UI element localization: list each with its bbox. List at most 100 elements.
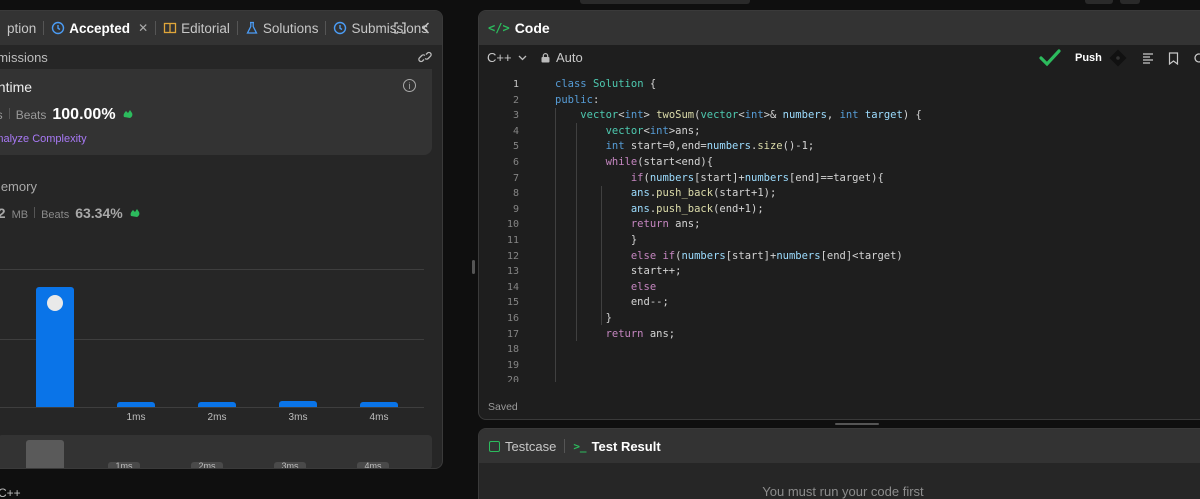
memory-title: Memory bbox=[0, 179, 37, 194]
chart-bar[interactable] bbox=[198, 402, 236, 407]
vertical-resize-handle[interactable] bbox=[835, 423, 879, 425]
language-selector[interactable]: C++ bbox=[487, 50, 527, 65]
info-icon[interactable]: i bbox=[403, 79, 416, 92]
code-line: vector<int> twoSum(vector<int>& numbers,… bbox=[580, 109, 922, 122]
chevron-down-icon bbox=[518, 55, 527, 60]
check-icon bbox=[1039, 49, 1061, 67]
line-number: 16 bbox=[506, 312, 519, 324]
reset-icon[interactable] bbox=[1193, 52, 1200, 64]
auto-label: Auto bbox=[556, 50, 583, 65]
chart-range-selector[interactable]: 1ms 2ms 3ms 4ms bbox=[0, 435, 432, 468]
lock-icon bbox=[541, 52, 550, 62]
tab-description-label: ption bbox=[7, 20, 37, 36]
line-number: 12 bbox=[506, 250, 519, 262]
tab-editorial[interactable]: Editorial bbox=[156, 11, 237, 45]
align-left-icon[interactable] bbox=[1142, 52, 1154, 64]
history-icon bbox=[52, 21, 65, 35]
code-line: return ans; bbox=[630, 218, 701, 231]
avatar bbox=[47, 295, 63, 311]
line-number: 18 bbox=[506, 344, 519, 356]
line-number: 20 bbox=[506, 375, 519, 382]
line-number: 9 bbox=[512, 203, 519, 215]
line-number: 4 bbox=[512, 125, 519, 137]
runtime-title: untime bbox=[0, 79, 33, 95]
x-tick-label: 2ms bbox=[207, 412, 227, 423]
tab-solutions[interactable]: Solutions bbox=[238, 11, 326, 45]
memory-value: 42 bbox=[0, 205, 6, 221]
line-number: 10 bbox=[506, 219, 519, 231]
close-icon[interactable]: ✕ bbox=[138, 21, 148, 35]
tab-test-result-label: Test Result bbox=[591, 438, 661, 454]
tab-testcase[interactable]: Testcase bbox=[489, 439, 556, 454]
chevron-left-icon[interactable] bbox=[422, 22, 430, 34]
auto-mode[interactable]: Auto bbox=[541, 50, 583, 65]
minimap-tick-label: 1ms bbox=[108, 462, 140, 468]
history-icon bbox=[334, 21, 347, 35]
line-number: 15 bbox=[506, 297, 519, 309]
line-number: 13 bbox=[506, 266, 519, 278]
line-number: 2 bbox=[512, 94, 519, 106]
tab-description[interactable]: ption bbox=[0, 11, 43, 45]
divider bbox=[34, 207, 36, 218]
push-button[interactable]: Push bbox=[1075, 52, 1102, 64]
code-editor[interactable]: 1 2 3 4 5 6 7 8 9 10 11 12 13 14 15 16 17 18 19 20 class So… bbox=[479, 77, 1200, 382]
x-tick-label: 1ms bbox=[126, 412, 146, 423]
line-number-gutter: 1 2 3 4 5 6 7 8 9 10 11 12 13 14 15 16 17 18 19 20 bbox=[479, 77, 519, 382]
language-value: C++ bbox=[487, 50, 512, 65]
code-line: } bbox=[555, 311, 612, 324]
line-number: 8 bbox=[512, 188, 519, 200]
code-panel-header: </> Code bbox=[479, 11, 1200, 45]
test-panel: Testcase >_ Test Result You must run you… bbox=[478, 428, 1200, 499]
chart-bar[interactable] bbox=[360, 402, 398, 407]
chart-bar[interactable] bbox=[36, 287, 74, 407]
code-line: ans.push_back(end+1); bbox=[630, 202, 764, 215]
code-line: int start=0,end=numbers.size()-1; bbox=[605, 140, 815, 153]
x-axis-line bbox=[0, 407, 424, 408]
editor-toolbar: C++ Auto Push bbox=[479, 45, 1200, 71]
clap-icon bbox=[130, 209, 140, 217]
checkbox-icon bbox=[489, 440, 500, 452]
submission-stats: untime i ns Beats 100.00% Analyze Comple… bbox=[0, 69, 442, 468]
maximize-icon[interactable] bbox=[394, 22, 406, 34]
memory-beats-value: 63.34% bbox=[75, 205, 123, 221]
chart-bar[interactable] bbox=[279, 401, 317, 407]
tab-tools bbox=[394, 11, 442, 45]
panel-resize-handle[interactable] bbox=[472, 260, 475, 274]
code-line: start++; bbox=[555, 265, 682, 278]
link-icon[interactable] bbox=[418, 51, 432, 63]
x-tick-label: 3ms bbox=[288, 412, 308, 423]
top-strip bbox=[480, 0, 1200, 5]
left-tab-bar: ption Accepted ✕ Editorial Solutions Sub bbox=[0, 11, 442, 45]
bookmark-icon[interactable] bbox=[1168, 51, 1179, 65]
test-tab-bar: Testcase >_ Test Result bbox=[479, 429, 1200, 463]
code-line: vector<int>ans; bbox=[605, 124, 701, 137]
minimap-tick-label: 3ms bbox=[274, 462, 306, 468]
runtime-distribution-chart: 1ms 2ms 3ms 4ms bbox=[0, 249, 432, 429]
code-line: else if(numbers[start]+numbers[end]<targ… bbox=[630, 249, 903, 262]
code-line: ans.push_back(start+1); bbox=[630, 187, 777, 200]
code-line: public: bbox=[555, 93, 600, 106]
tab-test-result[interactable]: >_ Test Result bbox=[573, 439, 660, 454]
memory-beats-label: Beats bbox=[41, 209, 70, 221]
x-tick-label: 4ms bbox=[369, 412, 389, 423]
runtime-unit: ns bbox=[0, 108, 3, 122]
code-editor-panel: </> Code C++ Auto Push 123456 7 8 9 10 1… bbox=[478, 10, 1200, 420]
line-number: 19 bbox=[506, 359, 519, 371]
line-number: 14 bbox=[506, 281, 519, 293]
tab-divider bbox=[564, 439, 566, 453]
code-line: } bbox=[555, 233, 638, 246]
submission-language: C++ bbox=[0, 486, 21, 499]
analyze-complexity-link[interactable]: Analyze Complexity bbox=[0, 133, 87, 145]
code-line: end--; bbox=[555, 296, 669, 309]
code-line: class Solution { bbox=[555, 78, 657, 90]
tab-accepted[interactable]: Accepted ✕ bbox=[44, 11, 155, 45]
submission-detail-panel: ption Accepted ✕ Editorial Solutions Sub bbox=[0, 10, 443, 469]
git-icon[interactable] bbox=[1108, 48, 1128, 68]
chart-bar[interactable] bbox=[117, 402, 155, 407]
divider bbox=[8, 108, 10, 119]
tab-accepted-label: Accepted bbox=[69, 20, 131, 36]
code-panel-title: Code bbox=[514, 20, 550, 36]
gridline bbox=[0, 269, 424, 270]
